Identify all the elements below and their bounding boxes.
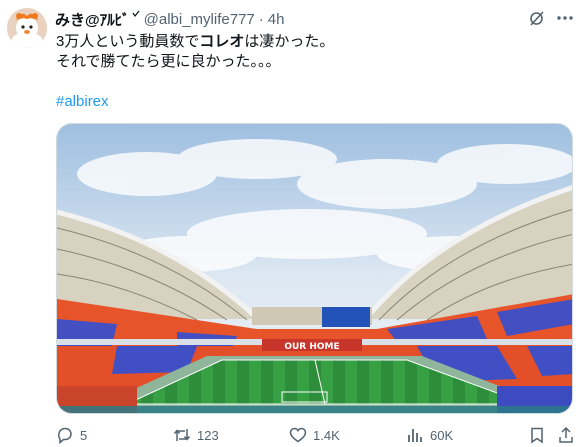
banner-text: OUR HOME (284, 342, 339, 352)
reply-icon (58, 427, 72, 444)
more-options-icon[interactable] (555, 9, 575, 27)
bookmark-icon (531, 427, 543, 444)
avatar-image (7, 8, 47, 48)
post-text-bold: コレオ (199, 33, 245, 50)
bookmark-button[interactable] (528, 424, 546, 446)
post-text-line-2: それで勝てたら更に良かった。。。 (56, 53, 281, 70)
grok-icon[interactable] (528, 9, 546, 27)
views-chart-icon (408, 429, 422, 442)
repost-count: 123 (197, 427, 219, 443)
post-text-line-1: 3万人という動員数でコレオは凄かった。 (56, 32, 566, 52)
views-button[interactable]: 60K (406, 424, 453, 446)
hashtag-link[interactable]: #albirex (56, 92, 109, 112)
views-count: 60K (430, 427, 454, 443)
action-bar: 5 123 1.4K 60K (56, 424, 574, 446)
heart-icon (289, 427, 307, 443)
reply-button[interactable]: 5 (56, 424, 87, 446)
avatar[interactable] (7, 8, 47, 48)
verified-icon (132, 10, 140, 18)
share-button[interactable] (557, 424, 575, 446)
stadium-photo: OUR HOME (57, 124, 572, 413)
reply-count: 5 (80, 427, 88, 443)
user-handle[interactable]: @albi_mylife777 (144, 11, 255, 28)
share-icon (559, 426, 573, 443)
post-text-part: 3万人という動員数で (56, 33, 200, 50)
post-text: 3万人という動員数でコレオは凄かった。 それで勝てたら更に良かった。。。 (56, 32, 566, 72)
post-time[interactable]: 4h (268, 11, 285, 28)
like-count: 1.4K (313, 427, 340, 443)
post-text-part: は凄かった。 (244, 33, 335, 50)
separator-dot: · (258, 10, 264, 28)
post-header: みき@ｱﾙﾋﾞ @albi_mylife777 · 4h (55, 9, 284, 29)
repost-button[interactable]: 123 (173, 424, 219, 446)
display-name[interactable]: みき@ｱﾙﾋﾞ (55, 9, 130, 30)
repost-icon (173, 429, 191, 441)
like-button[interactable]: 1.4K (289, 424, 340, 446)
post-media[interactable]: OUR HOME (56, 123, 573, 414)
